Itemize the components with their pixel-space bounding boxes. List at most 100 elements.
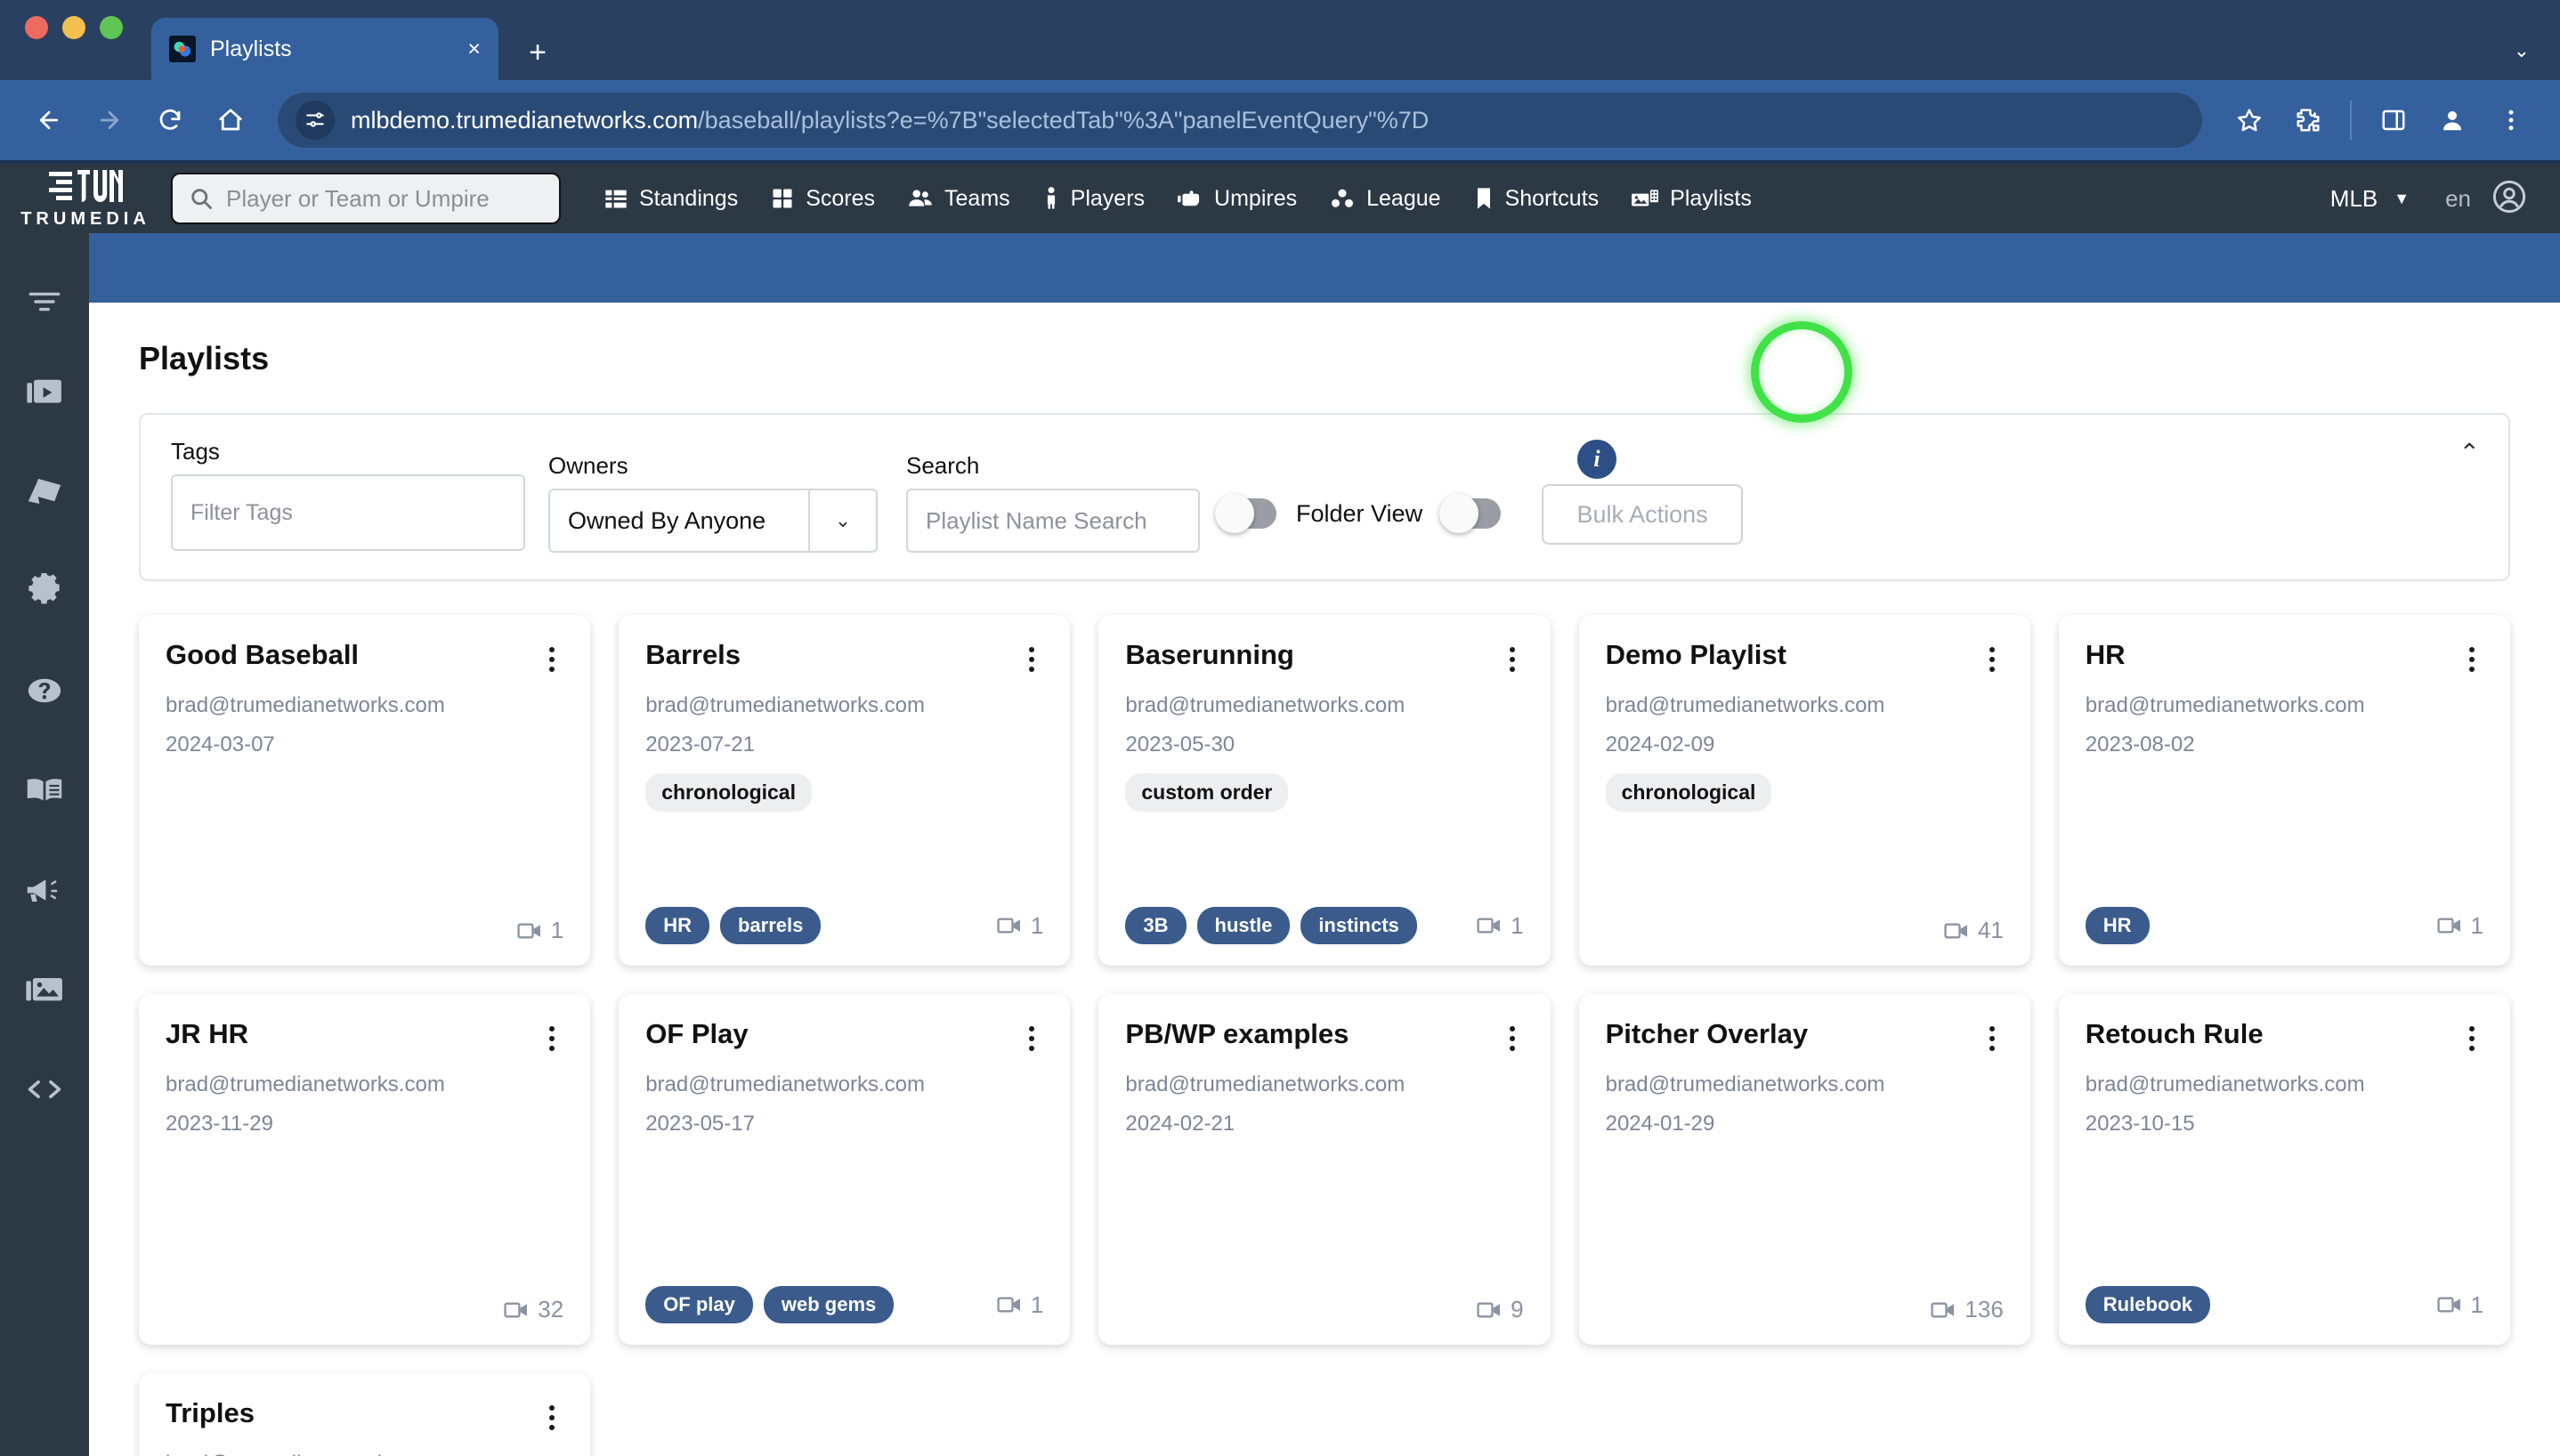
nav-item-umpires[interactable]: Umpires [1161,164,1313,233]
playlist-owner: brad@trumedianetworks.com [645,1072,1043,1097]
nav-item-playlists[interactable]: Playlists [1615,164,1768,233]
playlist-card[interactable]: Pitcher Overlay brad@trumedianetworks.co… [1579,994,2030,1345]
video-count: 1 [997,1291,1043,1319]
video-count-value: 1 [1031,912,1043,940]
minimize-window-button[interactable] [62,16,85,39]
card-menu-icon[interactable] [540,1398,563,1430]
nav-item-standings[interactable]: Standings [587,164,754,233]
chevron-down-icon[interactable]: ▼ [2390,190,2426,208]
card-menu-icon[interactable] [2460,640,2483,672]
nav-item-league[interactable]: League [1313,164,1456,233]
bulk-actions-button[interactable]: Bulk Actions [1542,484,1743,545]
card-menu-icon[interactable] [540,1019,563,1051]
sidebar-item-video-library[interactable] [0,342,89,441]
chevron-down-icon[interactable]: ⌄ [2514,39,2530,62]
page-content: Playlists Tags Filter Tags Owners Owned … [89,303,2560,1456]
playlist-tag[interactable]: instincts [1300,907,1416,944]
nav-item-shortcuts[interactable]: Shortcuts [1457,164,1616,233]
sidebar-item-cards[interactable] [0,441,89,541]
folder-view-toggle[interactable] [1218,498,1276,529]
extensions-icon[interactable] [2282,94,2334,146]
playlist-tag[interactable]: 3B [1125,907,1186,944]
playlist-title: Retouch Rule [2086,1019,2460,1049]
card-menu-icon[interactable] [1501,1019,1524,1051]
megaphone-icon [25,875,64,905]
sidebar-item-developer[interactable] [0,1039,89,1139]
card-menu-icon[interactable] [2460,1019,2483,1051]
maximize-window-button[interactable] [100,16,123,39]
card-header: Barrels [645,640,1043,672]
nav-item-scores[interactable]: Scores [754,164,891,233]
playlist-tag[interactable]: HR [645,907,709,944]
playlist-tag[interactable]: web gems [764,1286,894,1323]
playlist-title: Barrels [645,640,1020,670]
application-area: TRUMEDIA Player or Team or Umpire Standi… [0,164,2560,1456]
card-menu-icon[interactable] [1501,640,1524,672]
nav-item-players[interactable]: Players [1026,164,1161,233]
playlist-tag[interactable]: HR [2086,907,2150,944]
playlist-tag[interactable]: OF play [645,1286,753,1323]
sidebar-item-announcements[interactable] [0,840,89,940]
star-icon[interactable] [2224,94,2275,146]
chevron-down-icon[interactable]: ⌄ [808,490,876,551]
info-icon[interactable]: i [1577,440,1616,479]
new-tab-button[interactable]: + [518,37,557,68]
global-search-input[interactable]: Player or Team or Umpire [171,173,561,224]
side-panel-icon[interactable] [2368,94,2419,146]
site-settings-icon[interactable] [296,101,335,140]
playlist-card[interactable]: OF Play brad@trumedianetworks.com 2023-0… [619,994,1070,1345]
playlist-tag[interactable]: Rulebook [2086,1286,2210,1323]
forward-arrow-icon[interactable] [84,94,135,146]
card-menu-icon[interactable] [1020,640,1043,672]
playlist-date: 2023-07-21 [645,732,1043,757]
select-mode-toggle[interactable] [1442,498,1501,529]
three-dot-menu-icon[interactable] [2485,94,2537,146]
owners-select[interactable]: Owned By Anyone ⌄ [548,489,878,553]
playlist-card[interactable]: HR brad@trumedianetworks.com 2023-08-02 … [2059,615,2510,966]
card-menu-icon[interactable] [1020,1019,1043,1051]
league-selector-label[interactable]: MLB [2318,185,2390,213]
playlist-card[interactable]: JR HR brad@trumedianetworks.com 2023-11-… [139,994,590,1345]
user-avatar-icon[interactable] [2491,178,2528,220]
reload-icon[interactable] [144,94,196,146]
chevron-up-icon[interactable]: ⌃ [2459,438,2480,467]
window-controls[interactable] [25,0,123,80]
back-arrow-icon[interactable] [23,94,75,146]
sidebar-item-help[interactable] [0,641,89,740]
card-footer: 9 [1125,1296,1523,1323]
profile-icon[interactable] [2426,94,2478,146]
playlist-search-input[interactable]: Playlist Name Search [906,489,1200,553]
card-menu-icon[interactable] [1981,1019,2004,1051]
cards-stack-icon [26,476,63,506]
playlist-owner: brad@trumedianetworks.com [166,1452,563,1456]
video-camera-icon [1477,916,1503,935]
playlist-card[interactable]: Demo Playlist brad@trumedianetworks.com … [1579,615,2030,966]
language-selector[interactable]: en [2426,185,2491,213]
sidebar-item-filter[interactable] [0,262,89,342]
trumedia-logo[interactable]: TRUMEDIA [0,168,171,230]
playlist-card[interactable]: Baserunning brad@trumedianetworks.com 20… [1098,615,1550,966]
playlist-tag[interactable]: barrels [720,907,821,944]
sidebar-item-images[interactable] [0,940,89,1039]
sidebar-item-docs[interactable] [0,740,89,840]
nav-item-teams[interactable]: Teams [891,164,1026,233]
home-icon[interactable] [205,94,256,146]
playlist-card[interactable]: PB/WP examples brad@trumedianetworks.com… [1098,994,1550,1345]
playlist-card[interactable]: Retouch Rule brad@trumedianetworks.com 2… [2059,994,2510,1345]
playlist-tag[interactable]: hustle [1197,907,1291,944]
card-footer: HR barrels 1 [645,907,1043,944]
playlist-card[interactable]: Triples brad@trumedianetworks.com [139,1373,590,1456]
close-icon[interactable]: × [467,38,481,61]
close-window-button[interactable] [25,16,48,39]
playlist-card[interactable]: Good Baseball brad@trumedianetworks.com … [139,615,590,966]
sidebar-item-settings[interactable] [0,541,89,641]
browser-tab[interactable]: Playlists × [151,18,498,80]
playlist-title: JR HR [166,1019,540,1049]
tags-input[interactable]: Filter Tags [171,474,525,551]
card-menu-icon[interactable] [1981,640,2004,672]
address-bar[interactable]: mlbdemo.trumedianetworks.com/baseball/pl… [278,93,2202,148]
playlist-owner: brad@trumedianetworks.com [1606,693,2004,718]
playlist-card[interactable]: Barrels brad@trumedianetworks.com 2023-0… [619,615,1070,966]
card-menu-icon[interactable] [540,640,563,672]
playlist-date: 2023-10-15 [2086,1112,2483,1136]
